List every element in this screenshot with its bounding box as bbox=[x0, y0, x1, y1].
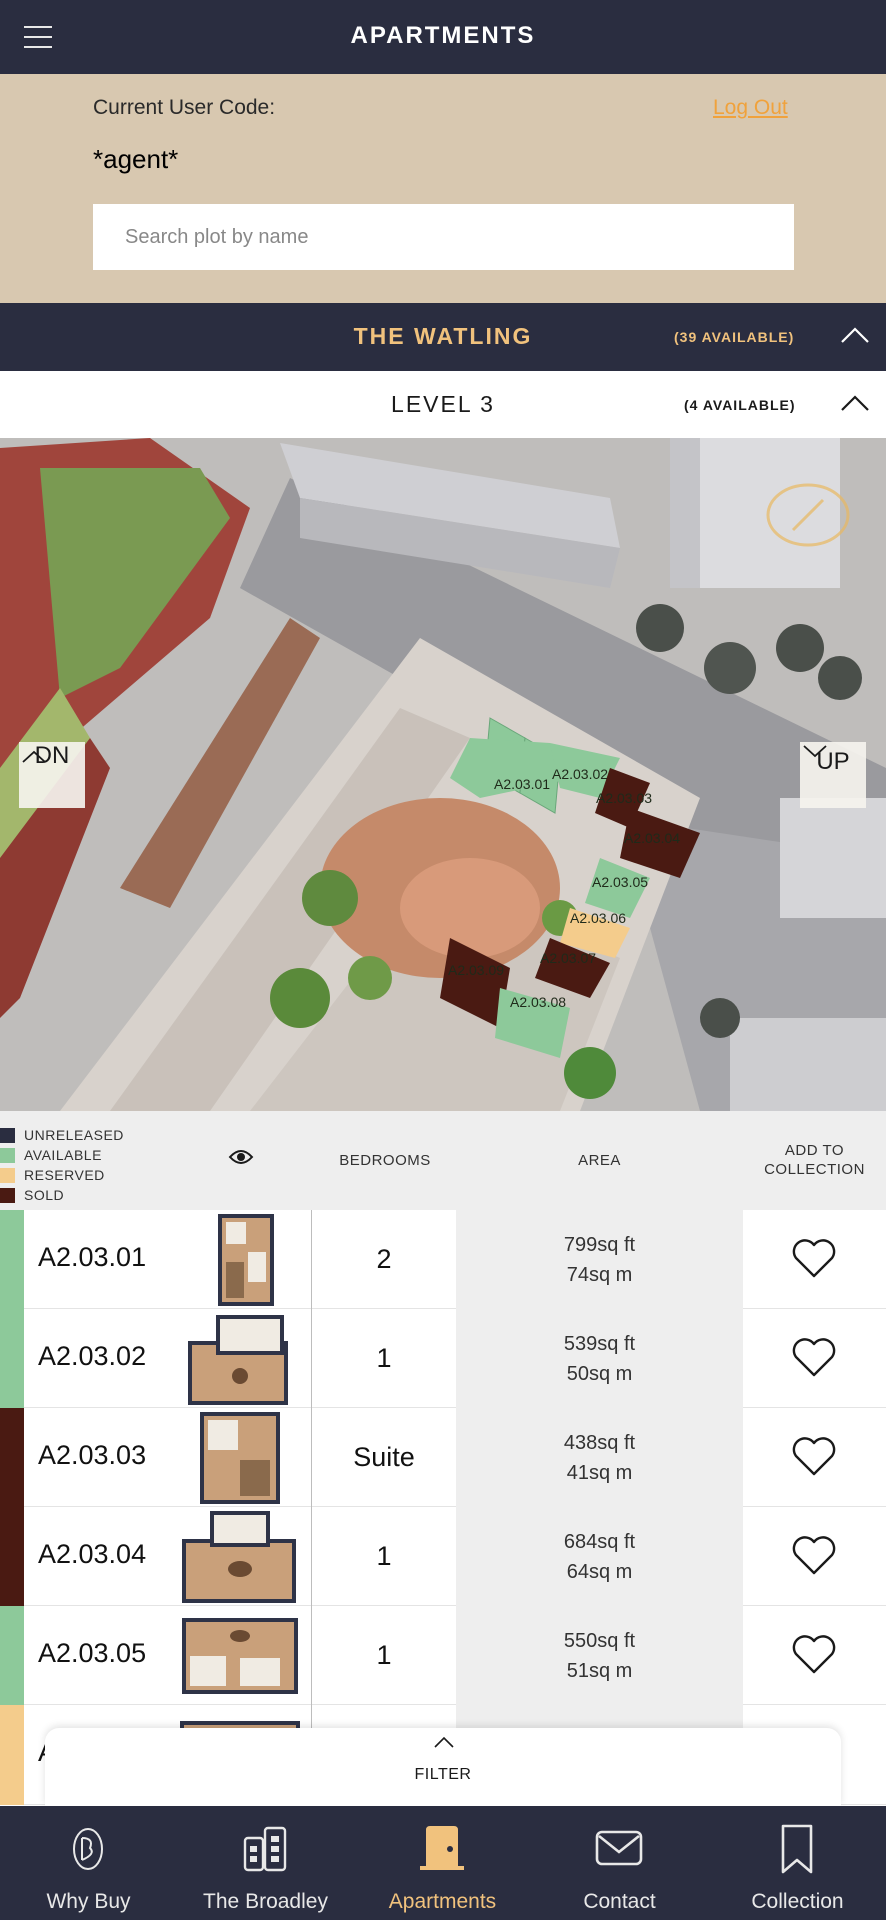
legend-item-available: AVAILABLE bbox=[0, 1145, 124, 1165]
nav-item-contact[interactable]: Contact bbox=[531, 1806, 708, 1920]
apartment-row[interactable]: A2.03.01 2 799sq ft 74sq m bbox=[0, 1210, 886, 1309]
apartment-row[interactable]: A2.03.05 1 550sq ft 51sq m bbox=[0, 1606, 886, 1705]
status-indicator bbox=[0, 1606, 24, 1705]
plot-name: A2.03.01 bbox=[38, 1242, 147, 1272]
chevron-down-icon bbox=[803, 745, 827, 758]
floorplan-thumbnail[interactable] bbox=[180, 1212, 300, 1307]
plot-label[interactable]: A2.03.02 bbox=[552, 766, 608, 782]
plot-label[interactable]: A2.03.01 bbox=[494, 776, 550, 792]
bedrooms-value: 2 bbox=[376, 1244, 392, 1274]
legend-swatch bbox=[0, 1147, 15, 1163]
legend-item-sold: SOLD bbox=[0, 1185, 124, 1205]
level-up-button[interactable]: UP bbox=[800, 742, 866, 808]
column-header-collection: ADD TO COLLECTION bbox=[764, 1142, 865, 1178]
user-code-label: Current User Code: bbox=[93, 96, 276, 119]
area-value: 438sq ft 41sq m bbox=[456, 1408, 743, 1507]
area-value: 799sq ft 74sq m bbox=[456, 1210, 743, 1309]
heart-icon[interactable] bbox=[791, 1635, 837, 1680]
bedrooms-value: 1 bbox=[376, 1640, 392, 1670]
list-header: UNRELEASED AVAILABLE RESERVED SOLD BEDRO… bbox=[0, 1111, 886, 1210]
status-legend: UNRELEASED AVAILABLE RESERVED SOLD bbox=[0, 1125, 124, 1205]
legend-item-unreleased: UNRELEASED bbox=[0, 1125, 124, 1145]
legend-swatch bbox=[0, 1187, 15, 1203]
chevron-up-icon bbox=[432, 1734, 456, 1755]
user-code-value: *agent* bbox=[93, 144, 179, 174]
status-indicator bbox=[0, 1309, 24, 1408]
apartment-list: A2.03.01 2 799sq ft 74sq m A2.03.02 1 53… bbox=[0, 1210, 886, 1805]
plot-label[interactable]: A2.03.07 bbox=[540, 950, 596, 966]
status-indicator bbox=[0, 1507, 24, 1606]
chevron-up-icon[interactable] bbox=[840, 325, 869, 351]
building-icon bbox=[237, 1824, 293, 1874]
heart-icon[interactable] bbox=[791, 1338, 837, 1383]
bookmark-icon bbox=[769, 1824, 825, 1874]
column-header-area: AREA bbox=[578, 1152, 621, 1169]
nav-item-why-buy[interactable]: Why Buy bbox=[0, 1806, 177, 1920]
legend-swatch bbox=[0, 1127, 15, 1143]
heart-icon[interactable] bbox=[791, 1536, 837, 1581]
apartment-row[interactable]: A2.03.04 1 684sq ft 64sq m bbox=[0, 1507, 886, 1606]
app-header: APARTMENTS bbox=[0, 0, 886, 74]
status-indicator bbox=[0, 1408, 24, 1507]
plot-label[interactable]: A2.03.08 bbox=[510, 994, 566, 1010]
bedrooms-value: 1 bbox=[376, 1343, 392, 1373]
area-value: 539sq ft 50sq m bbox=[456, 1309, 743, 1408]
plot-label[interactable]: A2.03.05 bbox=[592, 874, 648, 890]
bedrooms-value: Suite bbox=[353, 1442, 415, 1472]
nav-item-apartments[interactable]: Apartments bbox=[354, 1806, 531, 1920]
user-panel: Current User Code: Log Out *agent* bbox=[0, 74, 886, 303]
chevron-up-icon bbox=[22, 750, 46, 763]
logout-link[interactable]: Log Out bbox=[713, 96, 788, 120]
level-plan-map[interactable]: A2.03.01 A2.03.02 A2.03.03 A2.03.04 A2.0… bbox=[0, 438, 886, 1111]
level-accordion-header[interactable]: LEVEL 3 (4 AVAILABLE) bbox=[0, 371, 886, 438]
legend-swatch bbox=[0, 1167, 15, 1183]
floorplan-thumbnail[interactable] bbox=[180, 1608, 300, 1703]
plot-label[interactable]: A2.03.06 bbox=[570, 910, 626, 926]
legend-item-reserved: RESERVED bbox=[0, 1165, 124, 1185]
page-title: APARTMENTS bbox=[350, 22, 536, 49]
area-value: 550sq ft 51sq m bbox=[456, 1606, 743, 1705]
heart-icon[interactable] bbox=[791, 1239, 837, 1284]
envelope-icon bbox=[591, 1824, 647, 1874]
area-value: 684sq ft 64sq m bbox=[456, 1507, 743, 1606]
plot-label[interactable]: A2.03.04 bbox=[624, 830, 680, 846]
building-available-count: (39 AVAILABLE) bbox=[674, 329, 795, 345]
floorplan-thumbnail[interactable] bbox=[180, 1509, 300, 1604]
plot-name: A2.03.04 bbox=[38, 1539, 147, 1569]
status-indicator bbox=[0, 1210, 24, 1309]
plot-name: A2.03.02 bbox=[38, 1341, 147, 1371]
apartment-row[interactable]: A2.03.02 1 539sq ft 50sq m bbox=[0, 1309, 886, 1408]
chevron-up-icon[interactable] bbox=[840, 393, 869, 419]
filter-label: FILTER bbox=[414, 1766, 472, 1783]
column-header-bedrooms: BEDROOMS bbox=[339, 1152, 431, 1169]
floorplan-thumbnail[interactable] bbox=[180, 1311, 300, 1406]
building-accordion-header[interactable]: THE WATLING (39 AVAILABLE) bbox=[0, 303, 886, 371]
door-icon bbox=[414, 1824, 470, 1874]
filter-button[interactable]: FILTER bbox=[45, 1728, 841, 1806]
floorplan-thumbnail[interactable] bbox=[180, 1410, 300, 1505]
plot-label[interactable]: A2.03.09 bbox=[448, 962, 504, 978]
level-down-button[interactable]: DN bbox=[19, 742, 85, 808]
status-indicator bbox=[0, 1705, 24, 1805]
search-plot-input[interactable] bbox=[93, 204, 794, 270]
aerial-render bbox=[0, 438, 886, 1111]
nav-item-collection[interactable]: Collection bbox=[709, 1806, 886, 1920]
nav-item-the-broadley[interactable]: The Broadley bbox=[177, 1806, 354, 1920]
bottom-nav: Why Buy The Broadley Apartments Contact … bbox=[0, 1806, 886, 1920]
plot-label[interactable]: A2.03.03 bbox=[596, 790, 652, 806]
plot-name: A2.03.03 bbox=[38, 1440, 147, 1470]
plot-name: A2.03.05 bbox=[38, 1638, 147, 1668]
heart-icon[interactable] bbox=[791, 1437, 837, 1482]
level-available-count: (4 AVAILABLE) bbox=[684, 397, 796, 413]
why-buy-logo-icon bbox=[60, 1824, 116, 1874]
apartment-row[interactable]: A2.03.03 Suite 438sq ft 41sq m bbox=[0, 1408, 886, 1507]
eye-icon[interactable] bbox=[228, 1147, 254, 1172]
bedrooms-value: 1 bbox=[376, 1541, 392, 1571]
